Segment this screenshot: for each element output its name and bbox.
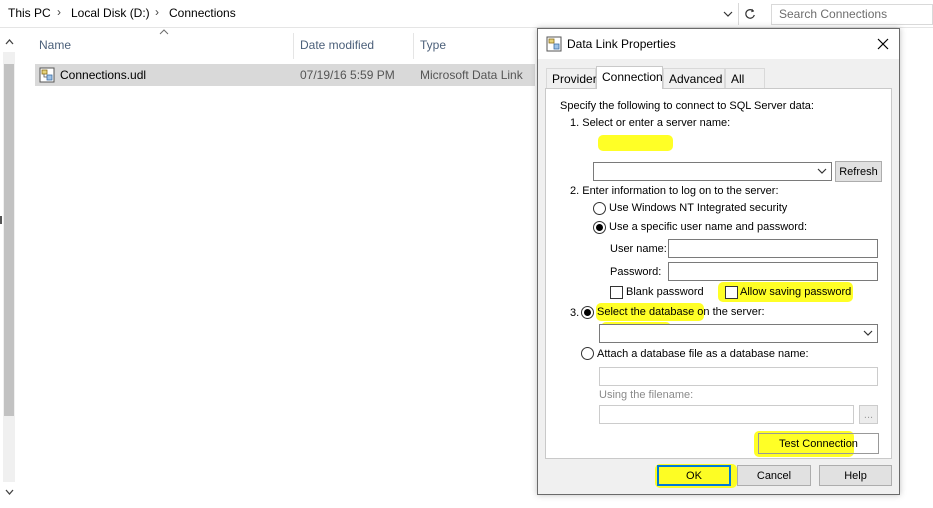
tab-provider[interactable]: Provider (546, 68, 597, 88)
scroll-up-icon[interactable] (3, 36, 15, 48)
select-database-label[interactable]: Select the database on the server: (597, 306, 765, 318)
user-name-field[interactable] (668, 239, 878, 258)
file-type: Microsoft Data Link (420, 68, 523, 82)
tab-all[interactable]: All (725, 68, 765, 88)
blank-password-checkbox[interactable] (610, 286, 623, 299)
search-input[interactable]: Search Connections (771, 4, 933, 25)
column-header-date-modified[interactable]: Date modified (296, 33, 412, 59)
address-history-chevron-icon[interactable] (720, 5, 736, 23)
password-label: Password: (610, 266, 662, 278)
filename-field (599, 405, 854, 424)
windows-auth-radio[interactable] (593, 202, 606, 215)
refresh-button[interactable]: Refresh (835, 161, 882, 182)
scroll-down-icon[interactable] (3, 486, 15, 498)
breadcrumb-connections[interactable]: Connections (169, 6, 236, 20)
column-divider[interactable] (293, 33, 294, 59)
tab-connection[interactable]: Connection (596, 66, 663, 89)
attach-database-radio[interactable] (581, 347, 594, 360)
dialog-titlebar[interactable]: Data Link Properties (538, 29, 899, 59)
allow-saving-password-checkbox[interactable] (725, 286, 738, 299)
step1-label: 1. Select or enter a server name: (570, 117, 731, 129)
column-divider[interactable] (413, 33, 414, 59)
pane-splitter[interactable] (0, 216, 2, 224)
browse-button: ... (859, 405, 878, 424)
file-name[interactable]: Connections.udl (60, 68, 146, 82)
chevron-down-icon[interactable] (817, 167, 827, 175)
connection-tab-panel: Specify the following to connect to SQL … (545, 88, 892, 459)
data-link-icon (546, 36, 562, 52)
scrollbar-thumb[interactable] (4, 64, 14, 416)
column-header-name[interactable]: Name (35, 33, 293, 59)
windows-auth-label[interactable]: Use Windows NT Integrated security (609, 202, 787, 214)
blank-password-label[interactable]: Blank password (626, 286, 704, 298)
database-combo[interactable] (599, 324, 878, 343)
breadcrumb-this-pc[interactable]: This PC (8, 6, 51, 20)
ok-button[interactable]: OK (657, 465, 731, 486)
close-icon[interactable] (872, 33, 894, 55)
help-button[interactable]: Help (819, 465, 892, 486)
udl-file-icon (39, 67, 55, 83)
breadcrumb-separator-icon[interactable]: › (155, 5, 159, 19)
data-link-properties-dialog: Data Link Properties Provider Connection… (537, 28, 900, 495)
refresh-icon[interactable] (738, 3, 760, 25)
intro-text: Specify the following to connect to SQL … (560, 100, 814, 112)
test-connection-button[interactable]: Test Connection (758, 433, 879, 454)
using-filename-label: Using the filename: (599, 389, 694, 401)
column-header-type[interactable]: Type (416, 33, 526, 59)
specific-auth-radio[interactable] (593, 221, 606, 234)
user-name-label: User name: (610, 243, 667, 255)
step3-label: 3. (570, 307, 580, 319)
dialog-title: Data Link Properties (567, 37, 676, 51)
breadcrumb-local-disk[interactable]: Local Disk (D:) (71, 6, 150, 20)
chevron-down-icon[interactable] (863, 329, 873, 337)
breadcrumb-separator-icon[interactable]: › (57, 5, 61, 19)
attach-database-name-field (599, 367, 878, 386)
vertical-scrollbar[interactable] (0, 34, 18, 500)
allow-saving-password-label[interactable]: Allow saving password (740, 286, 851, 298)
password-field[interactable] (668, 262, 878, 281)
tab-advanced[interactable]: Advanced (663, 68, 725, 88)
attach-database-label[interactable]: Attach a database file as a database nam… (597, 348, 809, 360)
cancel-button[interactable]: Cancel (737, 465, 811, 486)
file-date-modified: 07/19/16 5:59 PM (300, 68, 395, 82)
file-row[interactable]: Connections.udl 07/19/16 5:59 PM Microso… (35, 64, 535, 86)
select-database-radio[interactable] (581, 306, 594, 319)
highlight-marker (598, 135, 673, 151)
specific-auth-label[interactable]: Use a specific user name and password: (609, 221, 807, 233)
address-bar: This PC › Local Disk (D:) › Connections … (0, 0, 933, 28)
server-name-combo[interactable] (593, 162, 832, 181)
step2-label: 2. Enter information to log on to the se… (570, 185, 779, 197)
